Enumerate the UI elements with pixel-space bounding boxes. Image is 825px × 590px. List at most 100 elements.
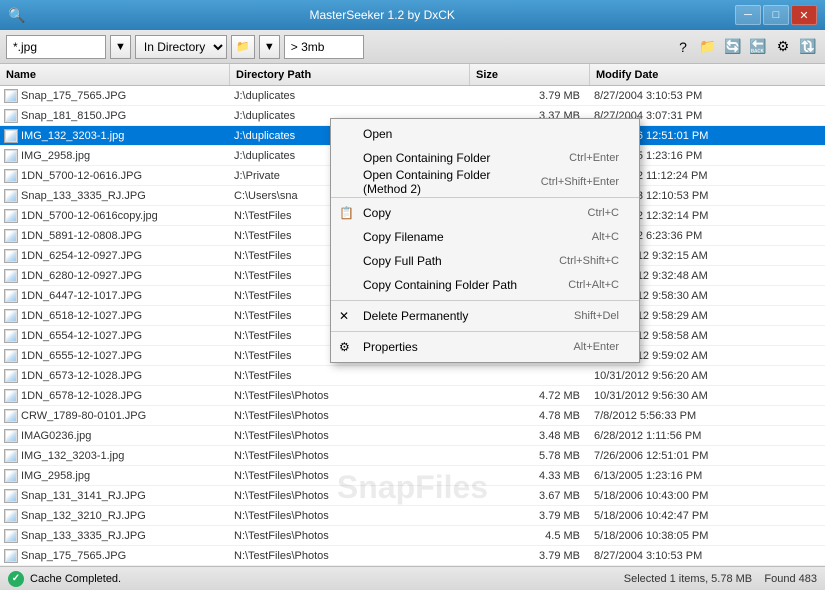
- file-name-cell: 1DN_6447-12-1017.JPG: [0, 289, 230, 303]
- maximize-button[interactable]: □: [763, 5, 789, 25]
- file-name-cell: Snap_175_7565.JPG: [0, 89, 230, 103]
- table-row[interactable]: 1DN_6578-12-1028.JPG N:\TestFiles\Photos…: [0, 386, 825, 406]
- file-date-cell: 8/27/2004 3:10:53 PM: [590, 90, 760, 102]
- found-count-text: Found 483: [764, 573, 817, 585]
- file-name-cell: 1DN_5891-12-0808.JPG: [0, 229, 230, 243]
- table-row[interactable]: IMG_132_3203-1.jpg N:\TestFiles\Photos 5…: [0, 446, 825, 466]
- column-headers: Name Directory Path Size Modify Date: [0, 64, 825, 86]
- file-icon: [4, 549, 18, 563]
- file-name-cell: Snap_133_3335_RJ.JPG: [0, 529, 230, 543]
- file-name-cell: Snap_181_8150.JPG: [0, 109, 230, 123]
- file-icon: [4, 429, 18, 443]
- refresh-button[interactable]: 🔃: [797, 36, 819, 58]
- table-row[interactable]: 1DN_6573-12-1028.JPG N:\TestFiles 10/31/…: [0, 366, 825, 386]
- file-date-cell: 7/26/2006 12:51:01 PM: [590, 450, 760, 462]
- context-menu-item[interactable]: Open Containing Folder (Method 2) Ctrl+S…: [331, 170, 639, 194]
- file-icon: [4, 229, 18, 243]
- file-date-cell: 7/8/2012 5:56:33 PM: [590, 410, 760, 422]
- reload-button[interactable]: 🔄: [722, 36, 744, 58]
- file-icon: [4, 309, 18, 323]
- file-path-cell: N:\TestFiles\Photos: [230, 510, 470, 522]
- menu-item-label: Open Containing Folder (Method 2): [363, 168, 521, 196]
- file-icon: [4, 189, 18, 203]
- file-path-cell: N:\TestFiles\Photos: [230, 450, 470, 462]
- table-row[interactable]: CRW_1789-80-0101.JPG N:\TestFiles\Photos…: [0, 406, 825, 426]
- context-menu-item[interactable]: ⚙ Properties Alt+Enter: [331, 335, 639, 359]
- file-size-cell: 4.33 MB: [470, 470, 590, 482]
- context-menu-item[interactable]: Copy Full Path Ctrl+Shift+C: [331, 249, 639, 273]
- close-button[interactable]: ✕: [791, 5, 817, 25]
- menu-separator: [331, 331, 639, 332]
- size-filter-input[interactable]: [284, 35, 364, 59]
- file-icon: [4, 449, 18, 463]
- context-menu-item[interactable]: Copy Filename Alt+C: [331, 225, 639, 249]
- file-path-cell: N:\TestFiles\Photos: [230, 470, 470, 482]
- file-path-cell: N:\TestFiles\Photos: [230, 490, 470, 502]
- table-row[interactable]: Snap_133_3335_RJ.JPG N:\TestFiles\Photos…: [0, 526, 825, 546]
- menu-item-label: Copy Containing Folder Path: [363, 278, 517, 292]
- table-row[interactable]: IMG_2958.jpg N:\TestFiles\Photos 4.33 MB…: [0, 466, 825, 486]
- help-button[interactable]: ?: [672, 36, 694, 58]
- file-path-cell: N:\TestFiles\Photos: [230, 410, 470, 422]
- directory-browse-btn[interactable]: 📁: [231, 35, 255, 59]
- table-row[interactable]: IMAG0236.jpg N:\TestFiles\Photos 3.48 MB…: [0, 426, 825, 446]
- minimize-button[interactable]: ─: [735, 5, 761, 25]
- file-name-cell: 1DN_6555-12-1027.JPG: [0, 349, 230, 363]
- directory-select[interactable]: In Directory: [135, 35, 227, 59]
- file-date-cell: 6/13/2005 1:23:16 PM: [590, 470, 760, 482]
- file-icon: [4, 209, 18, 223]
- file-path-cell: J:\duplicates: [230, 90, 470, 102]
- title-bar: 🔍 MasterSeeker 1.2 by DxCK ─ □ ✕: [0, 0, 825, 30]
- file-date-cell: 10/31/2012 9:56:20 AM: [590, 370, 760, 382]
- file-path-cell: N:\TestFiles\Photos: [230, 550, 470, 562]
- col-header-path[interactable]: Directory Path: [230, 64, 470, 85]
- context-menu-item[interactable]: Open: [331, 122, 639, 146]
- file-size-cell: 3.67 MB: [470, 490, 590, 502]
- cache-status-text: Cache Completed.: [30, 573, 121, 585]
- file-icon: [4, 289, 18, 303]
- file-name-cell: 1DN_5700-12-0616copy.jpg: [0, 209, 230, 223]
- file-size-cell: 4.72 MB: [470, 390, 590, 402]
- search-input[interactable]: [6, 35, 106, 59]
- file-size-cell: 4.78 MB: [470, 410, 590, 422]
- context-menu: Open Open Containing Folder Ctrl+Enter O…: [330, 118, 640, 363]
- file-date-cell: 8/27/2004 3:10:53 PM: [590, 550, 760, 562]
- file-icon: [4, 329, 18, 343]
- table-row[interactable]: Snap_175_7565.JPG N:\TestFiles\Photos 3.…: [0, 546, 825, 566]
- file-icon: [4, 249, 18, 263]
- menu-item-label: Properties: [363, 340, 418, 354]
- file-name-cell: IMG_2958.jpg: [0, 149, 230, 163]
- col-header-name[interactable]: Name: [0, 64, 230, 85]
- status-right: Selected 1 items, 5.78 MB Found 483: [624, 573, 817, 585]
- menu-icon: ⚙: [339, 340, 350, 354]
- file-name-cell: Snap_133_3335_RJ.JPG: [0, 189, 230, 203]
- file-size-cell: 3.79 MB: [470, 510, 590, 522]
- file-size-cell: 4.5 MB: [470, 530, 590, 542]
- menu-item-label: Open Containing Folder: [363, 151, 490, 165]
- settings-button[interactable]: ⚙: [772, 36, 794, 58]
- menu-item-label: Open: [363, 127, 392, 141]
- table-row[interactable]: Snap_175_7565.JPG J:\duplicates 3.79 MB …: [0, 86, 825, 106]
- col-header-date[interactable]: Modify Date: [590, 64, 760, 85]
- file-icon: [4, 409, 18, 423]
- col-header-size[interactable]: Size: [470, 64, 590, 85]
- context-menu-item[interactable]: ✕ Delete Permanently Shift+Del: [331, 304, 639, 328]
- menu-shortcut: Ctrl+Enter: [569, 152, 619, 164]
- table-row[interactable]: Snap_132_3210_RJ.JPG N:\TestFiles\Photos…: [0, 506, 825, 526]
- table-row[interactable]: Snap_131_3141_RJ.JPG N:\TestFiles\Photos…: [0, 486, 825, 506]
- file-name-cell: 1DN_6573-12-1028.JPG: [0, 369, 230, 383]
- menu-shortcut: Ctrl+Alt+C: [568, 279, 619, 291]
- menu-shortcut: Ctrl+Shift+C: [559, 255, 619, 267]
- menu-item-label: Copy: [363, 206, 391, 220]
- file-path-cell: N:\TestFiles\Photos: [230, 430, 470, 442]
- folder-button[interactable]: 📁: [697, 36, 719, 58]
- context-menu-item[interactable]: Open Containing Folder Ctrl+Enter: [331, 146, 639, 170]
- file-icon: [4, 509, 18, 523]
- dir-dropdown-btn[interactable]: ▼: [259, 35, 280, 59]
- window-title: MasterSeeker 1.2 by DxCK: [29, 8, 735, 22]
- context-menu-item[interactable]: Copy Containing Folder Path Ctrl+Alt+C: [331, 273, 639, 297]
- context-menu-item[interactable]: 📋 Copy Ctrl+C: [331, 201, 639, 225]
- file-name-cell: 1DN_6518-12-1027.JPG: [0, 309, 230, 323]
- back-button[interactable]: 🔙: [747, 36, 769, 58]
- search-dropdown-btn[interactable]: ▼: [110, 35, 131, 59]
